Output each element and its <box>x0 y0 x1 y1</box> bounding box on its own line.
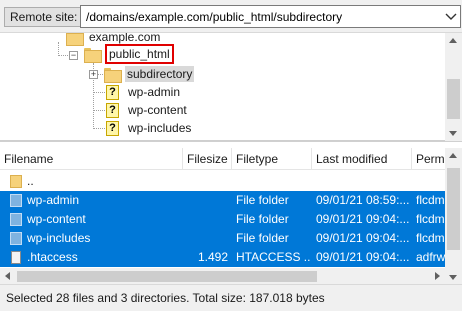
file-name: .htaccess <box>27 250 78 264</box>
tree-connector <box>93 110 105 111</box>
scroll-up-icon[interactable] <box>449 153 457 158</box>
tree-vertical-scrollbar[interactable] <box>445 33 462 141</box>
column-header-permissions[interactable]: Perm <box>412 148 445 170</box>
unknown-icon: ? <box>106 102 119 118</box>
scroll-left-icon[interactable] <box>5 272 10 280</box>
tree-connector <box>93 92 105 93</box>
remote-file-list: Filename Filesize Filetype Last modified… <box>0 141 462 284</box>
column-header-label: Filename <box>4 152 54 166</box>
file-modified: 09/01/21 09:04:... <box>316 231 410 245</box>
column-header-filename[interactable]: Filename <box>0 148 183 170</box>
tree-node-public-html[interactable]: public_html <box>84 44 174 64</box>
tree-node-label: wp-includes <box>128 121 192 135</box>
scroll-right-icon[interactable] <box>435 272 440 280</box>
tree-connector <box>93 128 105 129</box>
tree-node-wp-admin[interactable]: ? wp-admin <box>106 83 182 101</box>
selection-status-text: Selected 28 files and 3 directories. Tot… <box>6 291 325 305</box>
scroll-thumb[interactable] <box>447 79 460 119</box>
folder-icon <box>10 194 22 207</box>
folder-icon <box>104 67 122 83</box>
tree-node-label: public_html <box>109 47 170 61</box>
tree-node-label: subdirectory <box>125 66 195 82</box>
scroll-thumb[interactable] <box>447 168 460 250</box>
unknown-icon: ? <box>106 84 119 100</box>
column-header-filesize[interactable]: Filesize <box>183 148 232 170</box>
file-list-horizontal-scrollbar[interactable] <box>0 268 445 284</box>
folder-icon <box>10 213 22 226</box>
file-size: 1.492 <box>197 250 228 264</box>
collapse-icon[interactable]: − <box>69 51 78 60</box>
file-row[interactable]: wp-admin File folder 09/01/21 08:59:... … <box>0 191 445 210</box>
file-list-header: Filename Filesize Filetype Last modified… <box>0 148 445 170</box>
tree-node-wp-content[interactable]: ? wp-content <box>106 101 189 119</box>
file-permissions: flcdm <box>416 193 445 207</box>
file-name: .. <box>27 174 34 188</box>
column-header-last-modified[interactable]: Last modified <box>312 148 412 170</box>
tree-node-subdirectory[interactable]: subdirectory <box>104 65 195 83</box>
file-type: HTACCESS ... <box>236 250 310 264</box>
folder-icon <box>84 47 102 63</box>
file-name: wp-includes <box>27 231 91 245</box>
tree-node-label: wp-admin <box>128 85 181 99</box>
file-list-vertical-scrollbar[interactable] <box>445 148 462 284</box>
unknown-icon: ? <box>106 120 119 136</box>
tree-connector <box>58 42 59 56</box>
file-type: File folder <box>236 231 289 245</box>
folder-icon <box>10 232 22 245</box>
scroll-up-icon[interactable] <box>449 38 457 43</box>
file-row[interactable]: .htaccess 1.492 HTACCESS ... 09/01/21 09… <box>0 248 445 267</box>
file-row-parent[interactable]: .. <box>0 172 445 191</box>
file-icon <box>11 251 21 264</box>
file-row[interactable]: wp-content File folder 09/01/21 09:04:..… <box>0 210 445 229</box>
file-row[interactable]: wp-includes File folder 09/01/21 09:04:.… <box>0 229 445 248</box>
folder-icon <box>66 33 84 46</box>
file-size <box>183 191 228 210</box>
file-size <box>183 229 228 248</box>
scroll-down-icon[interactable] <box>449 275 457 280</box>
scroll-down-icon[interactable] <box>449 131 457 136</box>
file-permissions: flcdm <box>416 212 445 226</box>
tree-node-wp-includes[interactable]: ? wp-includes <box>106 119 193 137</box>
status-bar: Selected 28 files and 3 directories. Tot… <box>0 284 462 311</box>
file-type: File folder <box>236 212 289 226</box>
highlight-box: public_html <box>105 44 174 64</box>
column-header-filetype[interactable]: Filetype <box>232 148 312 170</box>
file-size <box>183 210 228 229</box>
scroll-thumb[interactable] <box>17 271 317 282</box>
file-modified: 09/01/21 09:04:... <box>316 212 410 226</box>
remote-path-input[interactable] <box>81 6 436 27</box>
file-modified: 09/01/21 08:59:... <box>316 193 410 207</box>
file-type: File folder <box>236 193 289 207</box>
remote-site-label: Remote site: <box>4 7 84 27</box>
file-permissions: flcdm <box>416 231 445 245</box>
remote-site-bar: Remote site: <box>0 0 462 33</box>
file-name: wp-content <box>27 212 86 226</box>
remote-path-combobox[interactable] <box>80 5 461 28</box>
file-name: wp-admin <box>27 193 80 207</box>
parent-folder-icon <box>10 175 22 188</box>
expand-icon[interactable]: + <box>89 70 98 79</box>
tree-node-label: wp-content <box>128 103 187 117</box>
file-modified: 09/01/21 09:04:... <box>316 250 410 264</box>
file-permissions: adfrw <box>416 250 445 264</box>
remote-directory-tree: example.com − public_html + subdirectory… <box>0 33 462 141</box>
chevron-down-icon[interactable] <box>444 11 458 23</box>
